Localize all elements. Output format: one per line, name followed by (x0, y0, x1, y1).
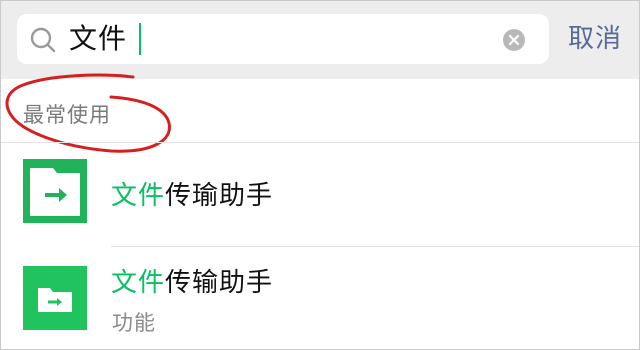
result-title: 文件传输助手 (111, 262, 273, 299)
folder-arrow-icon (23, 266, 87, 330)
title-highlight: 文件 (111, 268, 166, 298)
list-item[interactable]: 文件传输助手 功能 (1, 249, 639, 349)
cancel-button[interactable]: 取消 (568, 21, 622, 57)
search-query-text: 文件 (69, 22, 128, 55)
title-highlight: 文件 (111, 181, 166, 211)
search-header: 文件 取消 (1, 1, 639, 79)
screen: 文件 取消 最常使用 文件传瑜助手 文件传输助手 功能 (0, 0, 640, 350)
title-rest: 传输助手 (165, 268, 274, 298)
row-divider (111, 246, 639, 247)
section-title: 最常使用 (23, 103, 111, 127)
result-title: 文件传瑜助手 (111, 175, 273, 212)
text-cursor (139, 23, 141, 55)
search-icon (30, 27, 56, 53)
search-input[interactable]: 文件 (17, 14, 549, 64)
result-subtitle: 功能 (112, 311, 156, 335)
clear-icon[interactable] (503, 29, 525, 51)
list-item[interactable]: 文件传瑜助手 (1, 144, 639, 244)
folder-arrow-icon (23, 159, 87, 223)
title-rest: 传瑜助手 (165, 181, 274, 211)
section-divider (1, 142, 639, 143)
